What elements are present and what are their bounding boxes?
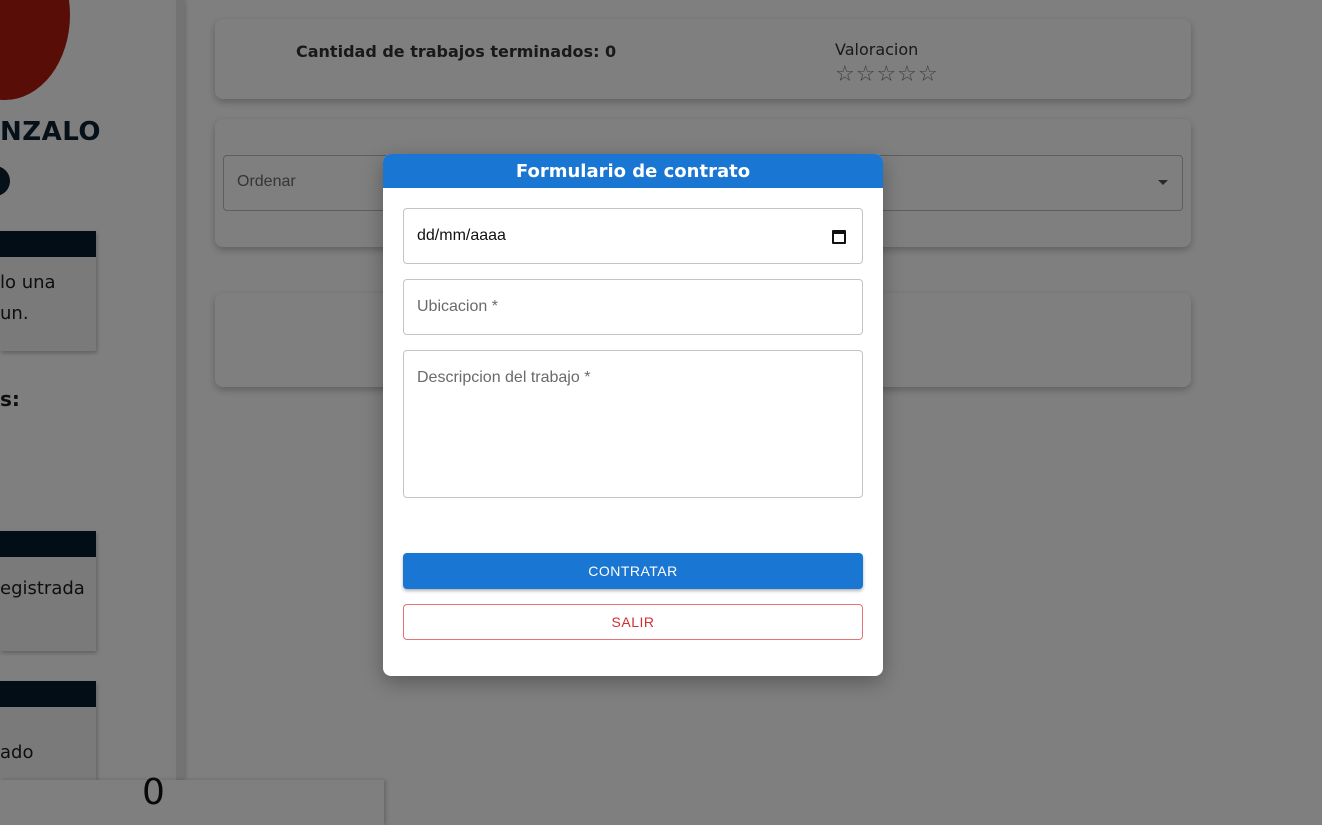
exit-button[interactable]: SALIR	[403, 604, 863, 640]
contract-form-dialog: Formulario de contrato dd/mm/aaaa Ubicac…	[383, 154, 883, 676]
description-textarea[interactable]: Descripcion del trabajo *	[403, 350, 863, 498]
dialog-title: Formulario de contrato	[383, 154, 883, 188]
date-input-placeholder: dd/mm/aaaa	[417, 227, 506, 244]
date-input[interactable]: dd/mm/aaaa	[403, 208, 863, 264]
location-input-label: Ubicacion *	[417, 298, 498, 315]
location-input[interactable]: Ubicacion *	[403, 279, 863, 335]
contract-button[interactable]: CONTRATAR	[403, 553, 863, 589]
calendar-icon[interactable]	[832, 230, 846, 244]
description-textarea-label: Descripcion del trabajo *	[417, 369, 591, 386]
